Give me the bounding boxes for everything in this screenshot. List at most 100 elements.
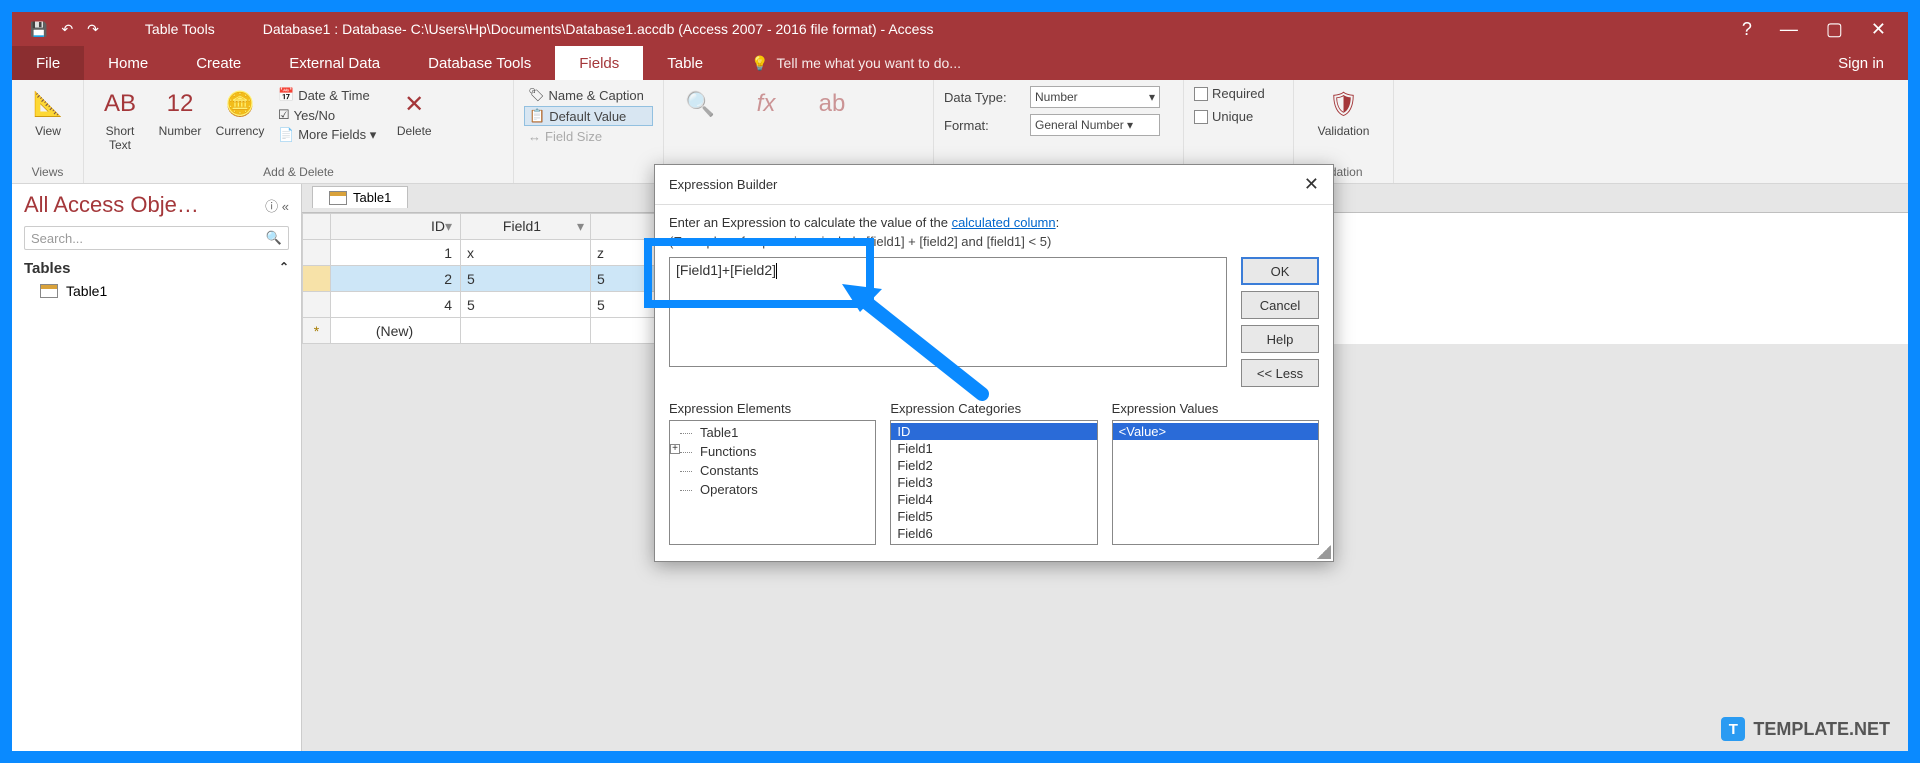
resize-grip[interactable] [1317,545,1331,559]
more-icon: 📄 [278,127,294,143]
tree-item[interactable]: Operators [670,480,875,499]
fx-icon: fx [748,86,784,122]
currency-label: Currency [216,124,265,138]
short-text-button[interactable]: ABShort Text [94,86,146,152]
calculated-column-link[interactable]: calculated column [952,215,1056,230]
select-all-cell[interactable] [303,214,331,240]
titlebar: 💾 ↶ ↷ Table Tools Database1 : Database- … [12,12,1908,46]
list-item[interactable]: Field4 [891,491,1096,508]
tree-item[interactable]: Table1 [670,423,875,442]
view-icon: 📐 [30,86,66,122]
redo-icon[interactable]: ↷ [87,21,99,38]
save-icon[interactable]: 💾 [30,21,47,38]
yes-no-button[interactable]: ☑ Yes/No [274,106,380,124]
undo-icon[interactable]: ↶ [61,21,73,38]
tab-home[interactable]: Home [84,46,172,80]
list-item[interactable]: Field6 [891,525,1096,542]
validation-icon: 🛡 [1326,86,1362,122]
dialog-example: (Examples of expressions include [field1… [669,234,1319,249]
list-item[interactable]: Field5 [891,508,1096,525]
tab-external-data[interactable]: External Data [265,46,404,80]
list-item[interactable]: <Value> [1113,423,1318,440]
view-button[interactable]: 📐 View [22,86,74,138]
categories-label: Expression Categories [890,401,1097,416]
close-icon[interactable]: ✕ [1871,19,1886,40]
memo-button[interactable]: ab [806,86,858,122]
fx-button[interactable]: fx [740,86,792,122]
data-type-select[interactable]: Number▾ [1030,86,1160,108]
delete-button[interactable]: ✕ Delete [388,86,440,138]
tab-fields[interactable]: Fields [555,46,643,80]
default-value-button[interactable]: 📋 Default Value [524,106,653,126]
modify-lookups-button[interactable]: 🔍 [674,86,726,122]
validation-label: Validation [1318,124,1370,138]
short-text-label: Short Text [106,124,135,152]
required-checkbox[interactable]: Required [1194,86,1283,101]
delete-label: Delete [397,124,432,138]
tab-table[interactable]: Table [643,46,727,80]
tab-file[interactable]: File [12,46,84,80]
help-icon[interactable]: ? [1742,19,1752,40]
tab-create[interactable]: Create [172,46,265,80]
nav-item-table1[interactable]: Table1 [12,279,301,303]
group-add-delete-label: Add & Delete [94,165,503,179]
currency-button[interactable]: 🪙Currency [214,86,266,138]
chevron-down-icon: ▾ [1149,90,1155,104]
list-item[interactable]: ID [891,423,1096,440]
datasheet-tab[interactable]: Table1 [312,186,408,208]
table-icon [40,284,58,298]
list-item[interactable]: Field3 [891,474,1096,491]
maximize-icon[interactable]: ▢ [1826,19,1843,40]
less-button[interactable]: << Less [1241,359,1319,387]
number-button[interactable]: 12 Number [154,86,206,138]
unique-checkbox[interactable]: Unique [1194,109,1283,124]
categories-list[interactable]: ID Field1 Field2 Field3 Field4 Field5 Fi… [890,420,1097,545]
tell-me-search[interactable]: 💡 Tell me what you want to do... [727,46,1814,80]
lightbulb-icon: 💡 [751,55,768,72]
ok-button[interactable]: OK [1241,257,1319,285]
minimize-icon[interactable]: — [1780,19,1798,40]
validation-button[interactable]: 🛡 Validation [1304,86,1383,138]
collapse-icon: ⌃ [279,260,289,277]
dialog-title: Expression Builder [669,177,777,192]
field-size-button[interactable]: ↔ Field Size [524,128,653,145]
elements-tree[interactable]: Table1 +Functions Constants Operators [669,420,876,545]
watermark-badge: T [1721,717,1745,741]
column-header-field1[interactable]: Field1 ▾ [461,214,591,240]
tree-item[interactable]: Constants [670,461,875,480]
default-value-icon: 📋 [529,108,545,124]
delete-icon: ✕ [396,86,432,122]
group-views-label: Views [22,165,73,179]
checkbox-icon: ☑ [278,107,290,123]
cancel-button[interactable]: Cancel [1241,291,1319,319]
format-label: Format: [944,118,1024,133]
nav-search[interactable]: Search... 🔍 [24,226,289,250]
name-caption-button[interactable]: 🏷 Name & Caption [524,86,653,104]
field-size-icon: ↔ [528,129,541,144]
expression-textarea[interactable]: [Field1]+[Field2] [669,257,1227,367]
tree-item[interactable]: +Functions [670,442,875,461]
dialog-prompt: Enter an Expression to calculate the val… [669,215,1319,230]
navigation-pane: All Access Obje… ⓘ « Search... 🔍 Tables … [12,184,302,751]
date-time-button[interactable]: 📅 Date & Time [274,86,380,104]
help-button[interactable]: Help [1241,325,1319,353]
app-window: 💾 ↶ ↷ Table Tools Database1 : Database- … [12,12,1908,751]
calendar-icon: 📅 [278,87,294,103]
sign-in-link[interactable]: Sign in [1814,46,1908,80]
data-type-label: Data Type: [944,90,1024,105]
watermark-text: TEMPLATE.NET [1753,719,1890,740]
number-icon: 12 [162,86,198,122]
nav-header[interactable]: All Access Obje… ⓘ « [12,184,301,222]
dialog-close-icon[interactable]: ✕ [1304,174,1319,195]
checkbox-icon [1194,87,1208,101]
number-label: Number [159,124,202,138]
nav-section-tables[interactable]: Tables ⌃ [12,254,301,279]
tab-database-tools[interactable]: Database Tools [404,46,555,80]
column-header-id[interactable]: ID ▾ [331,214,461,240]
more-fields-button[interactable]: 📄 More Fields ▾ [274,126,380,144]
format-select[interactable]: General Number ▾ [1030,114,1160,136]
watermark: T TEMPLATE.NET [1721,717,1890,741]
list-item[interactable]: Field2 [891,457,1096,474]
list-item[interactable]: Field1 [891,440,1096,457]
values-list[interactable]: <Value> [1112,420,1319,545]
